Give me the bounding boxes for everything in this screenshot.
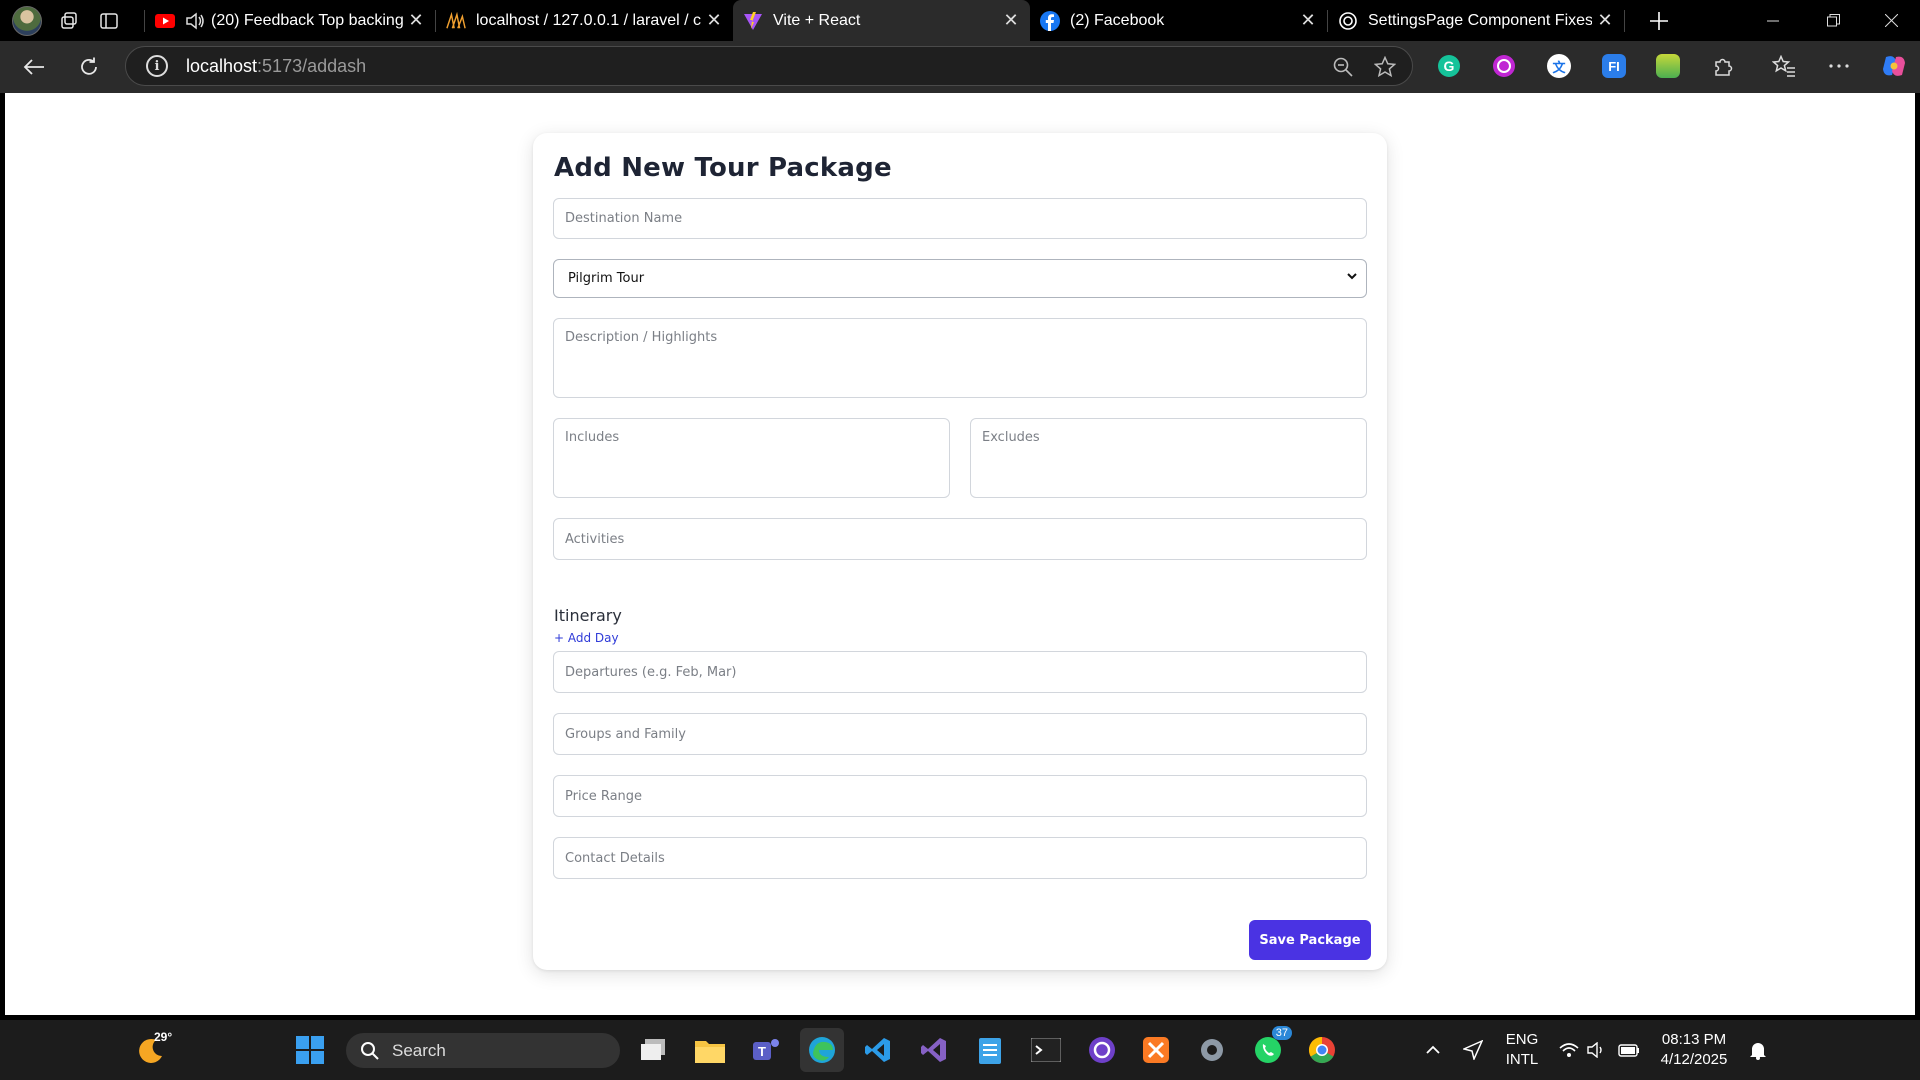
save-package-button[interactable]: Save Package	[1249, 920, 1371, 960]
weather-temp: 29°	[154, 1030, 173, 1044]
task-view-icon[interactable]	[632, 1028, 676, 1072]
chrome-icon[interactable]	[1300, 1028, 1344, 1072]
url-text: localhost:5173/addash	[186, 55, 367, 76]
extension-purple-icon[interactable]	[1487, 49, 1521, 83]
copilot-icon[interactable]	[1877, 49, 1911, 83]
more-menu-icon[interactable]	[1822, 49, 1856, 83]
itinerary-heading: Itinerary	[554, 606, 622, 625]
file-explorer-icon[interactable]	[688, 1028, 732, 1072]
facebook-icon	[1040, 10, 1060, 31]
tab-title: (2) Facebook	[1070, 11, 1165, 29]
add-day-button[interactable]: + Add Day	[554, 631, 619, 645]
extension-green-icon[interactable]	[1651, 49, 1685, 83]
close-window-button[interactable]	[1862, 0, 1920, 41]
tab-vite-react[interactable]: Vite + React ✕	[733, 0, 1030, 41]
grammarly-icon[interactable]: G	[1432, 49, 1466, 83]
form-title: Add New Tour Package	[554, 153, 892, 183]
close-tab-icon[interactable]: ✕	[998, 8, 1024, 34]
vertical-tabs-icon[interactable]	[90, 2, 128, 40]
extensions-puzzle-icon[interactable]	[1706, 49, 1740, 83]
weather-widget[interactable]: 29°	[130, 1028, 174, 1072]
includes-textarea[interactable]	[553, 418, 950, 498]
vscode-icon[interactable]	[856, 1028, 900, 1072]
translate-extension-icon[interactable]: 文	[1542, 49, 1576, 83]
edge-icon[interactable]	[800, 1028, 844, 1072]
close-tab-icon[interactable]: ✕	[403, 8, 429, 34]
tab-facebook[interactable]: (2) Facebook ✕	[1030, 0, 1327, 41]
search-label: Search	[392, 1040, 446, 1060]
back-button[interactable]	[12, 45, 56, 89]
add-package-form: Add New Tour Package Pilgrim Tour Itiner…	[533, 133, 1387, 970]
extension-fi-icon[interactable]: FI	[1597, 49, 1631, 83]
destination-name-input[interactable]	[553, 198, 1367, 239]
activities-input[interactable]	[553, 518, 1367, 560]
tab-phpmyadmin[interactable]: localhost / 127.0.0.1 / laravel / cu ✕	[436, 0, 733, 41]
battery-icon[interactable]	[1612, 1028, 1646, 1072]
close-tab-icon[interactable]: ✕	[1295, 8, 1321, 34]
location-icon[interactable]	[1453, 1028, 1493, 1072]
tray-overflow-chevron-icon[interactable]	[1413, 1028, 1453, 1072]
terminal-icon[interactable]	[1024, 1028, 1068, 1072]
svg-text:G: G	[1444, 58, 1455, 74]
chatgpt-icon	[1338, 11, 1358, 31]
groups-family-input[interactable]	[553, 713, 1367, 755]
restore-button[interactable]	[1804, 0, 1862, 41]
notifications-icon[interactable]	[1738, 1028, 1778, 1072]
close-tab-icon[interactable]: ✕	[701, 8, 727, 34]
favorites-list-icon[interactable]	[1767, 49, 1801, 83]
page-viewport: Add New Tour Package Pilgrim Tour Itiner…	[5, 93, 1915, 1015]
windows-taskbar: 29° Search T 37 ENG INTL 08:13 PM 4/12/2…	[0, 1020, 1920, 1080]
whatsapp-badge: 37	[1271, 1026, 1292, 1040]
teams-icon[interactable]: T	[744, 1028, 788, 1072]
svg-text:T: T	[758, 1044, 766, 1059]
browser-tab-strip: (20) Feedback Top backing c ✕ localhost …	[0, 0, 1920, 41]
vite-icon	[743, 11, 763, 31]
whatsapp-icon[interactable]: 37	[1246, 1026, 1292, 1072]
close-tab-icon[interactable]: ✕	[1592, 8, 1618, 34]
xampp-icon[interactable]	[1134, 1028, 1178, 1072]
tab-youtube[interactable]: (20) Feedback Top backing c ✕	[145, 0, 435, 41]
new-tab-button[interactable]	[1639, 1, 1679, 41]
github-desktop-icon[interactable]	[1080, 1028, 1124, 1072]
visual-studio-icon[interactable]	[912, 1028, 956, 1072]
address-bar[interactable]: i localhost:5173/addash	[125, 46, 1413, 86]
browser-toolbar: i localhost:5173/addash G 文 FI	[0, 41, 1920, 93]
tab-title: Vite + React	[773, 11, 861, 29]
contact-details-input[interactable]	[553, 837, 1367, 879]
tab-title: localhost / 127.0.0.1 / laravel / cu	[476, 11, 701, 29]
tour-category-select[interactable]: Pilgrim Tour	[553, 259, 1367, 298]
chevron-down-icon	[1347, 273, 1357, 280]
profile-avatar[interactable]	[12, 5, 42, 36]
tab-title: SettingsPage Component Fixes	[1368, 11, 1592, 29]
minimize-button[interactable]	[1744, 0, 1802, 41]
language-indicator[interactable]: ENG INTL	[1500, 1030, 1544, 1070]
notepad-icon[interactable]	[968, 1028, 1012, 1072]
clock[interactable]: 08:13 PM 4/12/2025	[1656, 1030, 1732, 1070]
tab-title: (20) Feedback Top backing c	[211, 11, 403, 29]
price-range-input[interactable]	[553, 775, 1367, 817]
favorite-star-icon[interactable]	[1370, 52, 1400, 82]
speaker-icon[interactable]	[185, 11, 205, 31]
refresh-button[interactable]	[67, 45, 111, 89]
departures-input[interactable]	[553, 651, 1367, 693]
tab-chatgpt[interactable]: SettingsPage Component Fixes ✕	[1328, 0, 1624, 41]
taskbar-search[interactable]: Search	[346, 1033, 620, 1068]
excludes-textarea[interactable]	[970, 418, 1367, 498]
tour-category-value: Pilgrim Tour	[568, 271, 645, 286]
volume-icon[interactable]	[1580, 1028, 1614, 1072]
start-button[interactable]	[288, 1028, 332, 1072]
youtube-icon	[155, 11, 175, 31]
zoom-out-icon[interactable]	[1328, 52, 1358, 82]
settings-gear-icon[interactable]	[1190, 1028, 1234, 1072]
phpmyadmin-icon	[446, 11, 466, 31]
site-info-icon[interactable]: i	[146, 55, 168, 77]
workspaces-icon[interactable]	[50, 2, 88, 40]
description-textarea[interactable]	[553, 318, 1367, 398]
search-icon	[361, 1041, 379, 1060]
